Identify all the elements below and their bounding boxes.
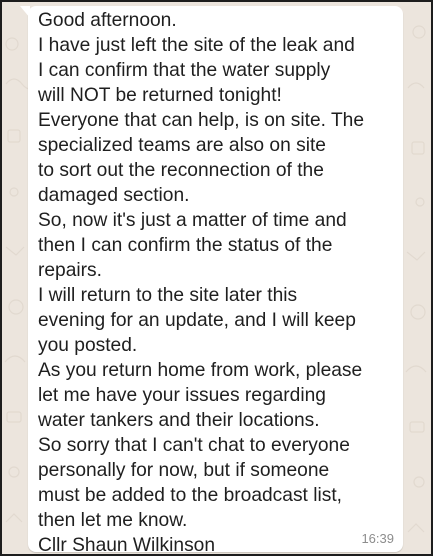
message-timestamp: 16:39 <box>361 531 394 546</box>
message-line: water tankers and their locations. <box>38 410 320 431</box>
message-line: you posted. <box>38 335 138 356</box>
message-signature: Cllr Shaun Wilkinson <box>38 535 216 556</box>
message-line: I can confirm that the water supply <box>38 60 331 81</box>
message-line: then let me know. <box>38 510 188 531</box>
message-line: specialized teams are also on site <box>38 135 326 156</box>
message-line: Everyone that can help, is on site. The <box>38 110 365 131</box>
message-line: personally for now, but if someone <box>38 460 330 481</box>
message-line: So sorry that I can't chat to everyone <box>38 435 350 456</box>
message-line: will NOT be returned tonight! <box>38 85 282 106</box>
message-text: Good afternoon. I have just left the sit… <box>38 8 398 556</box>
message-line: let me have your issues regarding <box>38 385 326 406</box>
chat-screen: Good afternoon. I have just left the sit… <box>0 0 433 556</box>
bubble-tail <box>20 6 30 18</box>
message-line: I have just left the site of the leak an… <box>38 35 355 56</box>
message-line: So, now it's just a matter of time and <box>38 210 347 231</box>
message-bubble[interactable]: Good afternoon. I have just left the sit… <box>20 6 403 554</box>
message-line: repairs. <box>38 260 102 281</box>
message-line: then I can confirm the status of the <box>38 235 333 256</box>
message-line: must be added to the broadcast list, <box>38 485 342 506</box>
message-line: damaged section. <box>38 185 190 206</box>
message-line: to sort out the reconnection of the <box>38 160 324 181</box>
message-line: As you return home from work, please <box>38 360 363 381</box>
message-line: evening for an update, and I will keep <box>38 310 356 331</box>
message-line: I will return to the site later this <box>38 285 298 306</box>
message-line: Good afternoon. <box>38 10 177 31</box>
